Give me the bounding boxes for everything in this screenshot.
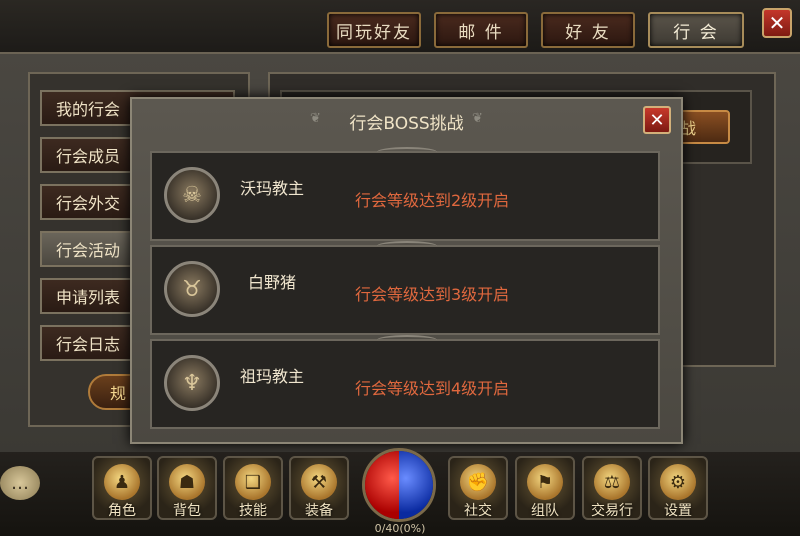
boss-challenge-dialog: ❦ 行会BOSS挑战 ❦ ✕ ☠ 沃玛教主 行会等级达到2级开启 ♉ 白野猪 行… xyxy=(130,97,683,444)
team-icon: ⚑ xyxy=(527,464,563,500)
boss-name: 祖玛教主 xyxy=(239,367,304,386)
close-icon: ✕ xyxy=(768,11,786,35)
mp-orb-half xyxy=(399,451,433,519)
boss-name: 白野猪 xyxy=(247,273,296,292)
trade-button[interactable]: ⚖ 交易行 xyxy=(582,456,642,520)
trade-label: 交易行 xyxy=(591,503,633,519)
bag-button[interactable]: ☗ 背包 xyxy=(157,456,217,520)
bag-icon: ☗ xyxy=(169,464,205,500)
character-button[interactable]: ♟ 角色 xyxy=(92,456,152,520)
skill-button[interactable]: ❑ 技能 xyxy=(223,456,283,520)
dialog-close-button[interactable]: ✕ xyxy=(643,106,671,134)
chat-bubble-icon[interactable]: … xyxy=(0,466,40,500)
boss-row-zuma[interactable]: ♆ 祖玛教主 行会等级达到4级开启 xyxy=(150,335,660,429)
social-icon: ✊ xyxy=(460,464,496,500)
settings-label: 设置 xyxy=(664,503,692,519)
team-button[interactable]: ⚑ 组队 xyxy=(515,456,575,520)
tab-guild[interactable]: 行 会 xyxy=(648,12,744,48)
hp-mp-orb xyxy=(362,448,436,522)
bag-label: 背包 xyxy=(173,503,201,519)
social-button[interactable]: ✊ 社交 xyxy=(448,456,508,520)
woma-boss-avatar-icon: ☠ xyxy=(164,167,220,223)
trade-icon: ⚖ xyxy=(594,464,630,500)
boss-name: 沃玛教主 xyxy=(239,179,304,198)
tab-friends[interactable]: 好 友 xyxy=(541,12,635,48)
boss-row-woma[interactable]: ☠ 沃玛教主 行会等级达到2级开启 xyxy=(150,147,660,241)
close-icon: ✕ xyxy=(649,109,665,131)
dialog-title-bar: ❦ 行会BOSS挑战 ❦ ✕ xyxy=(132,99,681,139)
boss-unlock-requirement: 行会等级达到4级开启 xyxy=(355,379,510,398)
character-icon: ♟ xyxy=(104,464,140,500)
character-label: 角色 xyxy=(108,503,136,519)
tab-play-friends[interactable]: 同玩好友 xyxy=(327,12,421,48)
boss-unlock-requirement: 行会等级达到2级开启 xyxy=(355,191,510,210)
exp-readout: 0/40(0%) xyxy=(374,522,426,535)
row-ornament xyxy=(377,335,437,345)
settings-button[interactable]: ⚙ 设置 xyxy=(648,456,708,520)
dialog-title: 行会BOSS挑战 xyxy=(349,114,464,134)
gear-icon: ⚙ xyxy=(660,464,696,500)
boss-row-white-boar[interactable]: ♉ 白野猪 行会等级达到3级开启 xyxy=(150,241,660,335)
equipment-label: 装备 xyxy=(305,503,333,519)
equipment-icon: ⚒ xyxy=(301,464,337,500)
top-ornament xyxy=(0,0,330,54)
tab-mail[interactable]: 邮 件 xyxy=(434,12,528,48)
window-close-button[interactable]: ✕ xyxy=(762,8,792,38)
skill-label: 技能 xyxy=(239,503,267,519)
white-boar-avatar-icon: ♉ xyxy=(164,261,220,317)
team-label: 组队 xyxy=(531,503,559,519)
zuma-boss-avatar-icon: ♆ xyxy=(164,355,220,411)
row-ornament xyxy=(377,147,437,157)
equipment-button[interactable]: ⚒ 装备 xyxy=(289,456,349,520)
hp-orb-half xyxy=(365,451,399,519)
social-label: 社交 xyxy=(464,503,492,519)
title-ornament-right-icon: ❦ xyxy=(472,111,483,126)
skill-book-icon: ❑ xyxy=(235,464,271,500)
row-ornament xyxy=(377,241,437,251)
boss-unlock-requirement: 行会等级达到3级开启 xyxy=(355,285,510,304)
